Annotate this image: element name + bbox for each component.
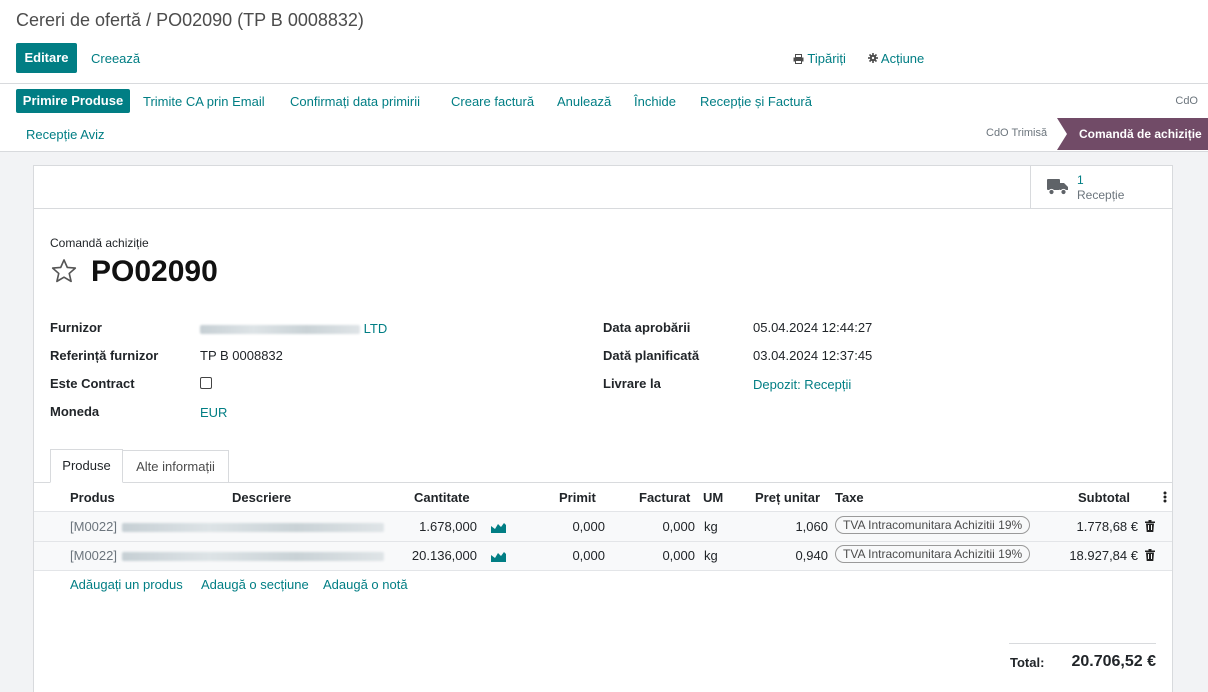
supplier-name-redacted	[200, 325, 360, 335]
action-menu[interactable]: Acțiune	[868, 51, 924, 66]
col-description[interactable]: Descriere	[232, 490, 291, 505]
print-icon	[793, 54, 804, 64]
po-title-label: Comandă achiziție	[50, 236, 149, 250]
col-received[interactable]: Primit	[559, 490, 596, 505]
row-received: 0,000	[572, 519, 605, 534]
receipt-and-invoice-button[interactable]: Recepție și Factură	[700, 94, 812, 109]
receive-products-button[interactable]: Primire Produse	[16, 89, 130, 113]
button-box-divider	[34, 208, 1172, 209]
po-name: PO02090	[91, 255, 218, 288]
row-subtotal: 18.927,84 €	[1069, 548, 1138, 563]
col-unit-price[interactable]: Preț unitar	[755, 490, 820, 505]
row-billed: 0,000	[662, 519, 695, 534]
stage-cdo-sent[interactable]: CdO Trimisă	[986, 127, 1047, 139]
action-label: Acțiune	[880, 51, 925, 66]
receipts-label: Recepție	[1077, 188, 1125, 202]
row-uom[interactable]: kg	[704, 548, 718, 563]
tax-badge-label: TVA Intracomunitara Achizitii 19%	[835, 516, 1031, 534]
create-button[interactable]: Creează	[91, 51, 140, 66]
gear-icon	[868, 53, 878, 63]
add-product-link[interactable]: Adăugați un produs	[70, 577, 183, 592]
vendor-reference-label: Referință furnizor	[50, 348, 159, 363]
is-contract-checkbox[interactable]	[200, 377, 212, 389]
trash-icon[interactable]	[1145, 549, 1155, 561]
breadcrumb-separator: /	[141, 10, 157, 30]
col-taxes[interactable]: Taxe	[835, 490, 864, 505]
currency-value[interactable]: EUR	[200, 405, 227, 420]
row-tax-badge[interactable]: TVA Intracomunitara Achizitii 19%	[835, 516, 1031, 534]
send-po-email-button[interactable]: Trimite CA prin Email	[143, 94, 265, 109]
row-uom[interactable]: kg	[704, 519, 718, 534]
print-menu[interactable]: Tipăriți	[793, 51, 846, 66]
col-subtotal[interactable]: Subtotal	[1078, 490, 1130, 505]
row-billed: 0,000	[662, 548, 695, 563]
breadcrumb-current: PO02090 (TP B 0008832)	[156, 10, 364, 30]
create-invoice-button[interactable]: Creare factură	[451, 94, 534, 109]
divider	[0, 83, 1208, 84]
row-product-name-redacted	[122, 519, 384, 534]
tab-other-info[interactable]: Alte informații	[123, 450, 229, 482]
row-unit-price[interactable]: 1,060	[758, 519, 828, 534]
trash-icon[interactable]	[1145, 520, 1155, 532]
print-label: Tipăriți	[807, 51, 846, 66]
planned-date-value[interactable]: 03.04.2024 12:37:45	[753, 348, 872, 363]
col-uom[interactable]: UM	[703, 490, 723, 505]
tax-badge-label: TVA Intracomunitara Achizitii 19%	[835, 545, 1031, 563]
breadcrumb: Cereri de ofertă / PO02090 (TP B 0008832…	[16, 10, 364, 31]
receipts-count: 1	[1077, 173, 1084, 187]
row-quantity[interactable]: 1.678,000	[400, 519, 477, 534]
total-label: Total:	[1010, 655, 1045, 670]
approval-date-label: Data aprobării	[603, 320, 691, 335]
total-divider	[1009, 643, 1156, 644]
form-sheet	[33, 165, 1173, 692]
row-unit-price[interactable]: 0,940	[758, 548, 828, 563]
total-value: 20.706,52 €	[1071, 653, 1156, 670]
row-product-name-redacted	[122, 548, 384, 563]
currency-label: Moneda	[50, 404, 100, 419]
confirm-receipt-date-button[interactable]: Confirmați data primirii	[290, 94, 420, 109]
cdo-tag: CdO	[1175, 95, 1198, 107]
truck-icon	[1047, 179, 1068, 196]
supplier-suffix: LTD	[363, 321, 388, 336]
optional-columns-icon[interactable]	[1163, 491, 1167, 503]
star-icon[interactable]	[50, 257, 78, 285]
col-quantity[interactable]: Cantitate	[414, 490, 470, 505]
row-received: 0,000	[572, 548, 605, 563]
approval-date-value: 05.04.2024 12:44:27	[753, 320, 873, 335]
forecast-chart-icon[interactable]	[491, 550, 506, 562]
add-note-link[interactable]: Adaugă o notă	[323, 577, 408, 592]
vendor-reference-value[interactable]: TP B 0008832	[200, 348, 283, 363]
add-section-link[interactable]: Adaugă o secțiune	[201, 577, 309, 592]
close-order-button[interactable]: Închide	[634, 94, 676, 109]
row-divider	[34, 570, 1172, 571]
breadcrumb-parent-link[interactable]: Cereri de ofertă	[16, 10, 141, 30]
receipt-notice-button[interactable]: Recepție Aviz	[26, 127, 105, 142]
row-quantity[interactable]: 20.136,000	[400, 548, 477, 563]
row-tax-badge[interactable]: TVA Intracomunitara Achizitii 19%	[835, 545, 1031, 563]
col-billed[interactable]: Facturat	[639, 490, 690, 505]
stage-purchase-order[interactable]: Comandă de achiziție	[1057, 118, 1208, 150]
deliver-to-value[interactable]: Depozit: Recepții	[753, 377, 851, 392]
edit-button[interactable]: Editare	[16, 43, 77, 73]
supplier-label: Furnizor	[50, 320, 102, 335]
tab-products[interactable]: Produse	[50, 449, 123, 483]
supplier-field[interactable]: LTD	[200, 321, 387, 336]
is-contract-label: Este Contract	[50, 376, 135, 391]
cancel-button[interactable]: Anulează	[557, 94, 611, 109]
receipts-smart-button[interactable]: 1 Recepție	[1030, 166, 1172, 208]
row-product[interactable]: [M0022]	[70, 519, 117, 534]
row-subtotal: 1.778,68 €	[1076, 519, 1138, 534]
planned-date-label: Dată planificată	[603, 348, 700, 363]
col-product[interactable]: Produs	[70, 490, 115, 505]
deliver-to-label: Livrare la	[603, 376, 661, 391]
row-product[interactable]: [M0022]	[70, 548, 117, 563]
forecast-chart-icon[interactable]	[491, 521, 506, 533]
